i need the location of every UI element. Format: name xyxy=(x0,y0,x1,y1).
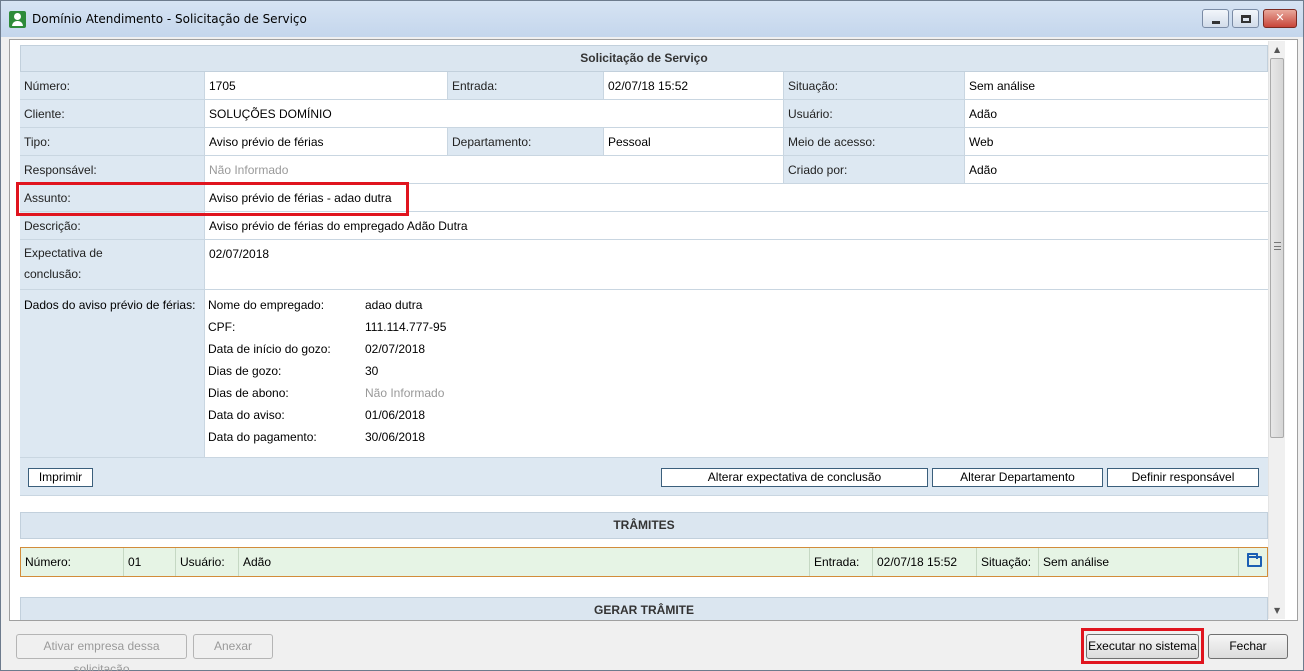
scroll-content: Solicitação de Serviço Número: 1705 Entr… xyxy=(20,45,1268,620)
scroll-down-icon[interactable]: ▼ xyxy=(1274,606,1280,615)
tramite-situacao-label: Situação: xyxy=(977,548,1039,576)
section-header-solicitacao: Solicitação de Serviço xyxy=(20,45,1268,72)
tramite-entrada-value: 02/07/18 15:52 xyxy=(873,548,977,576)
dados-key: Dias de abono: xyxy=(208,386,289,400)
expectativa-label-line1: Expectativa de xyxy=(24,246,103,260)
ativar-empresa-button[interactable]: Ativar empresa dessa solicitação xyxy=(16,634,187,671)
expectativa-value: 02/07/2018 xyxy=(205,240,1268,290)
close-icon: ✕ xyxy=(1275,11,1285,24)
entrada-value: 02/07/18 15:52 xyxy=(604,72,784,100)
tramite-entrada-label: Entrada: xyxy=(810,548,873,576)
minimize-icon xyxy=(1212,21,1220,24)
section-header-tramites: TRÂMITES xyxy=(20,512,1268,539)
assunto-label: Assunto: xyxy=(20,184,205,212)
tramite-situacao-value: Sem análise xyxy=(1039,548,1239,576)
scrollbar-thumb[interactable] xyxy=(1270,58,1284,438)
dados-key: Nome do empregado: xyxy=(208,298,325,312)
cliente-label: Cliente: xyxy=(20,100,205,128)
usuario-label: Usuário: xyxy=(784,100,965,128)
descricao-value: Aviso prévio de férias do empregado Adão… xyxy=(205,212,1268,240)
tramite-numero-label: Número: xyxy=(21,548,124,576)
departamento-label: Departamento: xyxy=(448,128,604,156)
main-window: Domínio Atendimento - Solicitação de Ser… xyxy=(0,0,1304,671)
dados-value: 30/06/2018 xyxy=(365,430,426,444)
title-bar[interactable]: Domínio Atendimento - Solicitação de Ser… xyxy=(1,1,1303,37)
grip-icon xyxy=(1274,242,1281,250)
minimize-button[interactable] xyxy=(1202,9,1229,28)
meio-acesso-label: Meio de acesso: xyxy=(784,128,965,156)
tramite-numero-value: 01 xyxy=(124,548,176,576)
responsavel-value: Não Informado xyxy=(205,156,784,184)
criado-por-label: Criado por: xyxy=(784,156,965,184)
dados-value: 30 xyxy=(365,364,379,378)
departamento-value: Pessoal xyxy=(604,128,784,156)
dados-aviso-label: Dados do aviso prévio de férias: xyxy=(20,290,205,458)
expectativa-label-line2: conclusão: xyxy=(24,267,82,281)
maximize-icon xyxy=(1241,15,1251,23)
maximize-button[interactable] xyxy=(1232,9,1259,28)
actions-bar: Imprimir Alterar expectativa de conclusã… xyxy=(20,458,1268,496)
entrada-label: Entrada: xyxy=(448,72,604,100)
numero-label: Número: xyxy=(20,72,205,100)
dados-key: Data do aviso: xyxy=(208,408,285,422)
dados-key: Data do pagamento: xyxy=(208,430,317,444)
fechar-button[interactable]: Fechar xyxy=(1208,634,1288,659)
app-user-icon xyxy=(9,11,26,28)
assunto-value: Aviso prévio de férias - adao dutra xyxy=(205,184,1268,212)
usuario-value: Adão xyxy=(965,100,1268,128)
definir-responsavel-button[interactable]: Definir responsável xyxy=(1107,468,1259,487)
alterar-departamento-button[interactable]: Alterar Departamento xyxy=(932,468,1103,487)
meio-acesso-value: Web xyxy=(965,128,1268,156)
executar-sistema-button[interactable]: Executar no sistema xyxy=(1086,634,1199,659)
dados-value: 02/07/2018 xyxy=(365,342,426,356)
numero-value: 1705 xyxy=(205,72,448,100)
folder-icon[interactable] xyxy=(1247,553,1262,567)
descricao-label: Descrição: xyxy=(20,212,205,240)
dados-aviso-panel: Nome do empregado: adao dutra CPF: 111.1… xyxy=(205,290,1268,458)
dados-key: Data de início do gozo: xyxy=(208,342,331,356)
alterar-expectativa-button[interactable]: Alterar expectativa de conclusão xyxy=(661,468,928,487)
situacao-label: Situação: xyxy=(784,72,965,100)
dados-value: 111.114.777-95 xyxy=(365,320,447,334)
tramite-usuario-value: Adão xyxy=(239,548,810,576)
anexar-button[interactable]: Anexar xyxy=(193,634,273,659)
close-button[interactable]: ✕ xyxy=(1263,9,1297,28)
criado-por-value: Adão xyxy=(965,156,1268,184)
scroll-up-icon[interactable]: ▲ xyxy=(1274,45,1280,54)
tramite-row[interactable]: Número: 01 Usuário: Adão Entrada: 02/07/… xyxy=(20,547,1268,577)
content-panel: Solicitação de Serviço Número: 1705 Entr… xyxy=(9,39,1298,621)
window-title: Domínio Atendimento - Solicitação de Ser… xyxy=(32,12,307,26)
expectativa-label: Expectativa de conclusão: xyxy=(20,240,205,290)
tipo-label: Tipo: xyxy=(20,128,205,156)
dados-key: CPF: xyxy=(208,320,236,334)
tipo-value: Aviso prévio de férias xyxy=(205,128,448,156)
responsavel-label: Responsável: xyxy=(20,156,205,184)
dados-key: Dias de gozo: xyxy=(208,364,282,378)
cliente-value: SOLUÇÕES DOMÍNIO xyxy=(205,100,784,128)
dados-value: Não Informado xyxy=(365,386,445,400)
dados-value: 01/06/2018 xyxy=(365,408,426,422)
tramite-usuario-label: Usuário: xyxy=(176,548,239,576)
imprimir-button[interactable]: Imprimir xyxy=(28,468,93,487)
vertical-scrollbar[interactable]: ▲ ▼ xyxy=(1268,41,1285,619)
section-header-gerar-tramite: GERAR TRÂMITE xyxy=(20,597,1268,620)
dados-value: adao dutra xyxy=(365,298,423,312)
situacao-value: Sem análise xyxy=(965,72,1268,100)
